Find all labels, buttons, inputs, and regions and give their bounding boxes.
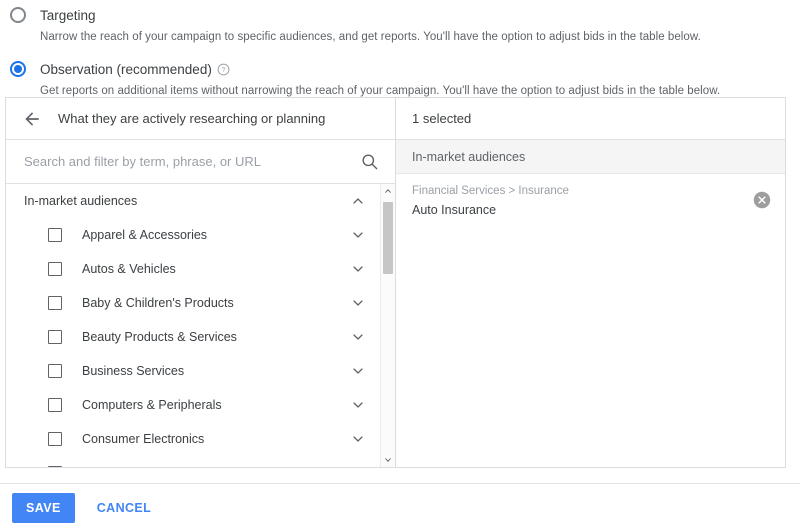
option-observation[interactable]: Observation (recommended)? Get reports o… [0, 60, 800, 99]
option-targeting[interactable]: Targeting Narrow the reach of your campa… [0, 6, 800, 45]
scroll-up-arrow-icon[interactable] [381, 184, 395, 198]
chevron-up-icon[interactable] [350, 193, 366, 209]
option-observation-title: Observation (recommended) [40, 62, 212, 78]
category-label: Baby & Children's Products [82, 296, 234, 310]
category-row[interactable]: Consumer Electronics [6, 422, 380, 456]
category-row[interactable]: Baby & Children's Products [6, 286, 380, 320]
footer-action-bar: SAVE CANCEL [0, 484, 800, 531]
category-checkbox[interactable] [48, 262, 62, 276]
selected-count-header: 1 selected [396, 98, 785, 140]
svg-text:?: ? [221, 67, 225, 74]
save-button[interactable]: SAVE [12, 492, 75, 523]
option-targeting-title: Targeting [40, 8, 96, 23]
group-header-label: In-market audiences [24, 194, 138, 208]
selected-item-path: Financial Services > Insurance [412, 185, 569, 197]
category-label: Computers & Peripherals [82, 398, 222, 412]
radio-targeting[interactable] [10, 7, 26, 23]
search-row [6, 140, 395, 184]
chevron-down-icon[interactable] [350, 431, 366, 447]
category-row[interactable]: Business Services [6, 354, 380, 388]
category-row[interactable]: Computers & Peripherals [6, 388, 380, 422]
chevron-down-icon[interactable] [350, 363, 366, 379]
browse-pane-header: What they are actively researching or pl… [6, 98, 395, 140]
category-checkbox[interactable] [48, 432, 62, 446]
category-checkbox[interactable] [48, 398, 62, 412]
search-icon[interactable] [360, 152, 379, 171]
category-list-wrapper: In-market audiences Apparel & Accessorie… [6, 184, 395, 467]
scrollbar-thumb[interactable] [383, 202, 393, 274]
category-label: Dating Services [82, 466, 170, 467]
option-targeting-description: Narrow the reach of your campaign to spe… [40, 30, 701, 43]
category-row[interactable]: Apparel & Accessories [6, 218, 380, 252]
category-list: In-market audiences Apparel & Accessorie… [6, 184, 380, 467]
chevron-down-icon[interactable] [350, 397, 366, 413]
chevron-down-icon[interactable] [350, 329, 366, 345]
category-label: Consumer Electronics [82, 432, 205, 446]
category-checkbox[interactable] [48, 296, 62, 310]
browse-pane-title: What they are actively researching or pl… [58, 111, 326, 126]
chevron-down-icon[interactable] [350, 227, 366, 243]
radio-observation[interactable] [10, 61, 26, 78]
option-targeting-text: Targeting Narrow the reach of your campa… [40, 6, 701, 45]
category-checkbox[interactable] [48, 330, 62, 344]
group-header-in-market-audiences[interactable]: In-market audiences [6, 184, 380, 218]
category-label: Beauty Products & Services [82, 330, 237, 344]
selected-item-name: Auto Insurance [412, 202, 497, 217]
category-label: Autos & Vehicles [82, 262, 176, 276]
category-checkbox[interactable] [48, 466, 62, 467]
chevron-down-icon[interactable] [350, 465, 366, 467]
category-checkbox[interactable] [48, 364, 62, 378]
audience-browse-pane: What they are actively researching or pl… [6, 98, 396, 467]
help-circle-icon[interactable]: ? [217, 63, 230, 76]
category-row[interactable]: Autos & Vehicles [6, 252, 380, 286]
search-input[interactable] [24, 154, 352, 169]
back-arrow-icon[interactable] [22, 109, 42, 129]
selected-item-text: Financial Services > Insurance Auto Insu… [412, 184, 753, 218]
selected-item: Financial Services > Insurance Auto Insu… [396, 174, 785, 228]
option-observation-text: Observation (recommended)? Get reports o… [40, 60, 720, 99]
cancel-button[interactable]: CANCEL [97, 501, 151, 515]
remove-circle-icon[interactable] [753, 191, 771, 209]
category-checkbox[interactable] [48, 228, 62, 242]
selected-audiences-pane: 1 selected In-market audiences Financial… [396, 98, 785, 467]
scroll-down-arrow-icon[interactable] [381, 453, 395, 467]
category-label: Business Services [82, 364, 185, 378]
targeting-mode-options: Targeting Narrow the reach of your campa… [0, 0, 800, 99]
audience-picker-panel: What they are actively researching or pl… [5, 97, 786, 468]
selected-group-label: In-market audiences [396, 140, 785, 174]
chevron-down-icon[interactable] [350, 295, 366, 311]
category-label: Apparel & Accessories [82, 228, 208, 242]
chevron-down-icon[interactable] [350, 261, 366, 277]
category-row[interactable]: Beauty Products & Services [6, 320, 380, 354]
category-row[interactable]: Dating Services [6, 456, 380, 467]
category-list-scrollbar[interactable] [380, 184, 395, 467]
